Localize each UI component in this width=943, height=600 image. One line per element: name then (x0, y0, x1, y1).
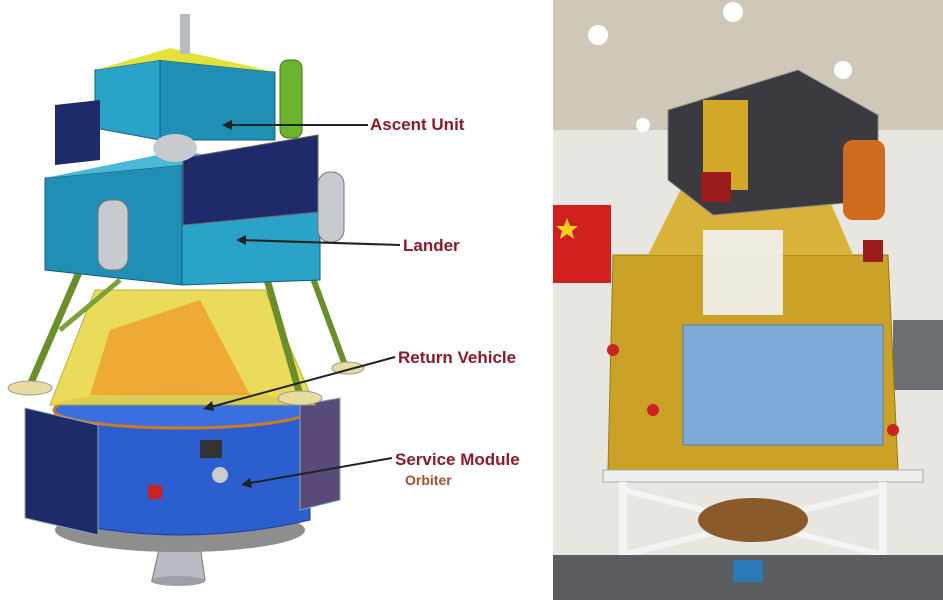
footpad (277, 390, 323, 406)
spacecraft-diagram: Ascent Unit Lander Return Vehicle Servic… (0, 0, 548, 600)
label-orbiter: Orbiter (405, 472, 452, 488)
footpad (7, 380, 53, 396)
green-tank (279, 59, 303, 139)
label-return-vehicle: Return Vehicle (398, 348, 517, 367)
ceiling-light (588, 25, 608, 45)
ascent-unit-body (94, 59, 161, 141)
label-ascent-unit: Ascent Unit (370, 115, 465, 134)
label-lander: Lander (403, 236, 460, 255)
spacecraft-photo (553, 0, 943, 600)
chinese-flag (553, 205, 611, 283)
ascent-solar-panel (55, 100, 100, 165)
propellant-tank (97, 199, 129, 271)
service-solar-panel-right (299, 397, 341, 511)
photo-illustration (553, 0, 943, 600)
lander-leg (307, 268, 348, 367)
propellant-tank (317, 171, 345, 243)
support-stand (602, 469, 924, 483)
diagram-illustration (7, 14, 401, 586)
label-service-module: Service Module (395, 450, 520, 469)
blue-cover (682, 324, 884, 446)
service-solar-panel-left (24, 407, 99, 536)
orange-tank (843, 140, 885, 220)
ceiling-light (723, 2, 743, 22)
lander-solar-panel (182, 134, 319, 226)
ceiling-light (834, 61, 852, 79)
